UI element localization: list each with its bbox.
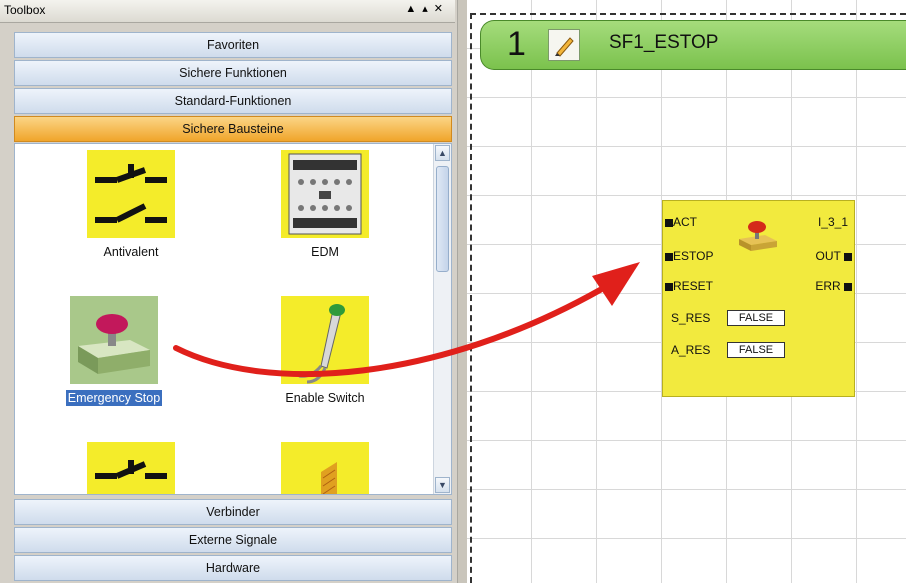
network-number: 1 (507, 25, 526, 63)
toolbox-titlebar: Toolbox ▲▴✕ (0, 0, 455, 23)
contactor-icon (281, 150, 369, 238)
param-s-res-value[interactable]: FALSE (727, 310, 785, 326)
input-estop[interactable]: ESTOP (665, 249, 713, 263)
param-s-res-label: S_RES (671, 311, 711, 325)
estop-block-icon (735, 219, 781, 256)
antivalent-icon (87, 150, 175, 238)
param-a-res-value[interactable]: FALSE (727, 342, 785, 358)
network-banner[interactable]: 1 SF1_ESTOP (480, 20, 906, 70)
switch-icon (87, 442, 175, 494)
edit-pencil-icon[interactable] (548, 29, 580, 61)
enable-switch-icon (281, 296, 369, 384)
category-sichere-bausteine[interactable]: Sichere Bausteine (14, 116, 452, 142)
pin-icon[interactable]: ▲ (405, 3, 422, 15)
collapse-icon[interactable]: ▴ (422, 3, 434, 15)
category-externe-signale[interactable]: Externe Signale (14, 527, 452, 553)
scroll-down-icon[interactable]: ▼ (435, 477, 450, 493)
toolbox-scrollbar[interactable]: ▲ ▼ (433, 144, 451, 494)
item-label: Enable Switch (285, 391, 365, 405)
output-out[interactable]: OUT (816, 249, 852, 263)
instance-name: I_3_1 (817, 215, 848, 229)
toolbox-panel: Toolbox ▲▴✕ Favoriten Sichere Funktionen… (0, 0, 457, 583)
light-curtain-icon (281, 442, 369, 494)
category-sichere-funktionen[interactable]: Sichere Funktionen (14, 60, 452, 86)
category-hardware[interactable]: Hardware (14, 555, 452, 581)
toolbox-item-antivalent[interactable]: Antivalent (61, 150, 201, 260)
param-a-res-label: A_RES (671, 343, 711, 357)
scroll-up-icon[interactable]: ▲ (435, 145, 450, 161)
close-icon[interactable]: ✕ (434, 3, 449, 15)
toolbox-item-edm[interactable]: EDM (255, 150, 395, 260)
item-label: Antivalent (103, 245, 159, 259)
scroll-thumb[interactable] (436, 166, 449, 272)
input-reset[interactable]: RESET (665, 279, 713, 293)
toolbox-title: Toolbox (4, 3, 46, 17)
category-verbinder[interactable]: Verbinder (14, 499, 452, 525)
item-label: Emergency Stop (64, 389, 164, 407)
item-label: EDM (311, 245, 339, 259)
emergency-stop-block[interactable]: ACT ESTOP RESET I_3_1 OUT ERR S_RES FALS… (662, 200, 855, 397)
emergency-stop-icon (70, 296, 158, 384)
toolbox-item-enable-switch[interactable]: Enable Switch (255, 296, 395, 406)
category-favoriten[interactable]: Favoriten (14, 32, 452, 58)
toolbox-item-partial-2[interactable] (255, 442, 395, 494)
network-name: SF1_ESTOP (609, 32, 719, 53)
category-standard-funktionen[interactable]: Standard-Funktionen (14, 88, 452, 114)
toolbox-item-emergency-stop[interactable]: Emergency Stop (44, 296, 184, 407)
input-act[interactable]: ACT (665, 215, 697, 229)
toolbox-item-partial-1[interactable] (61, 442, 201, 494)
toolbox-item-list: Antivalent EDM Emergency Stop Enable Swi… (14, 143, 452, 495)
output-err[interactable]: ERR (815, 279, 852, 293)
